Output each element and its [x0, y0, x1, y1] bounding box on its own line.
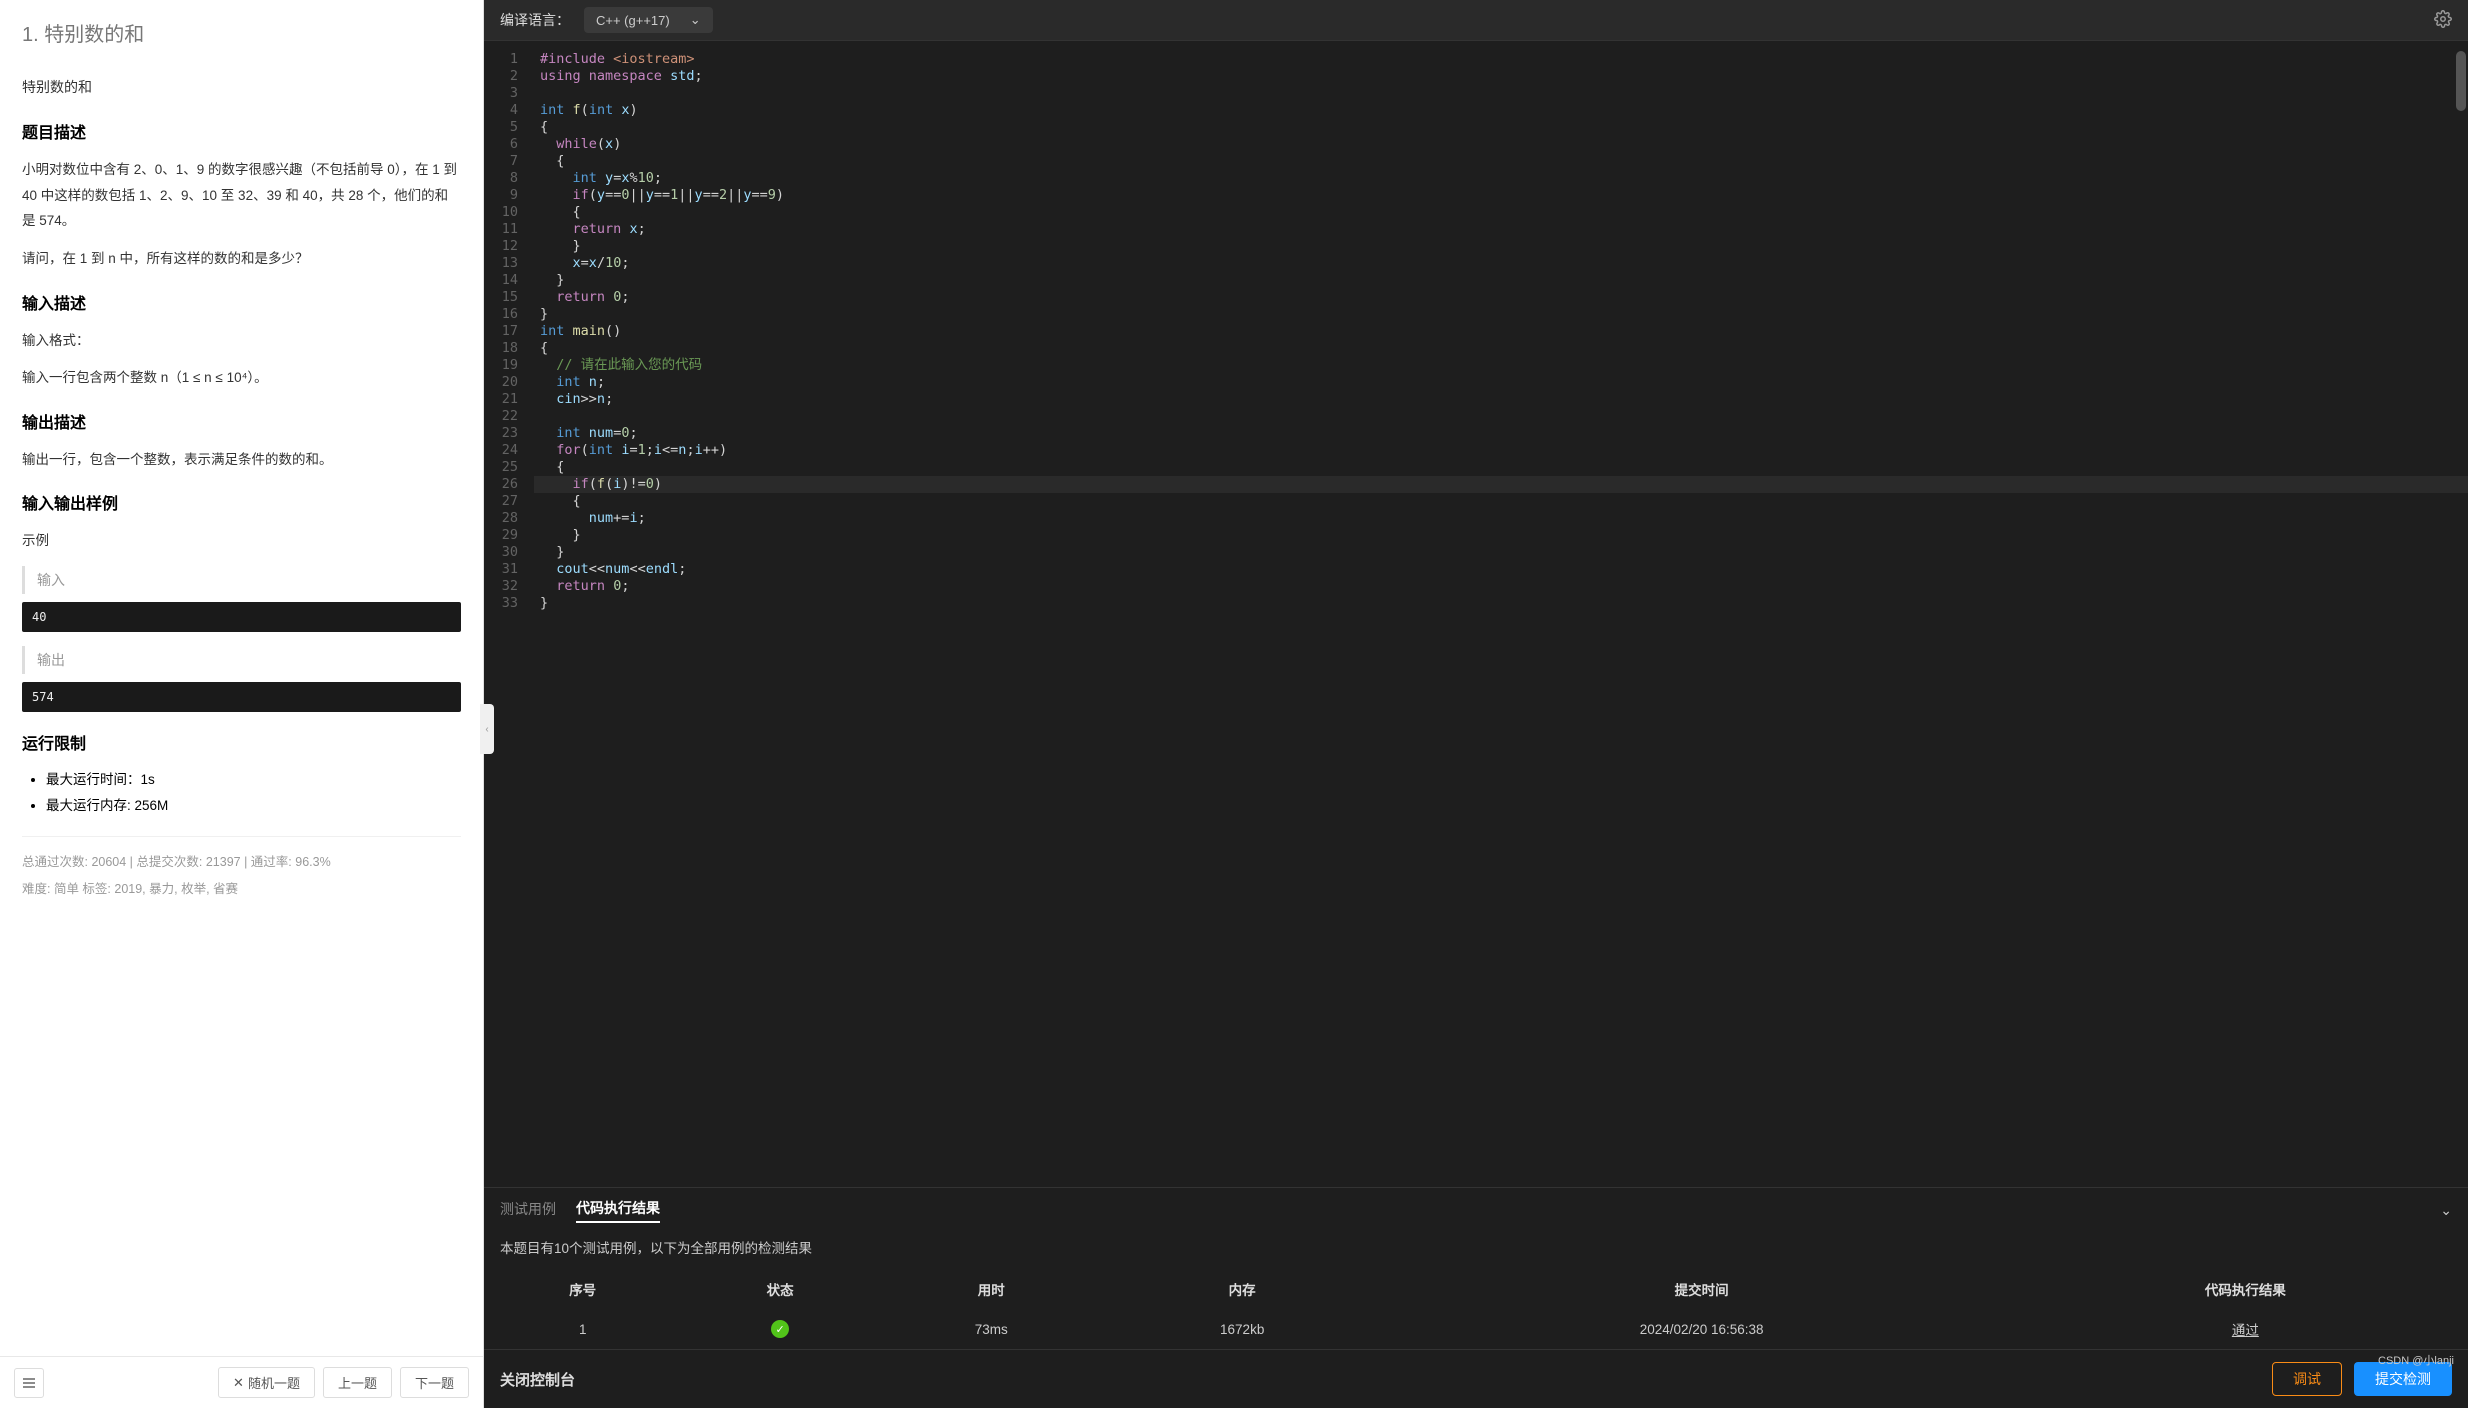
table-row: 1 ✓ 73ms 1672kb 2024/02/20 16:56:38 通过 [484, 1309, 2468, 1349]
code-line[interactable]: int num=0; [534, 425, 2468, 442]
code-line[interactable]: for(int i=1;i<=n;i++) [534, 442, 2468, 459]
problem-scroll[interactable]: 1. 特别数的和 特别数的和 题目描述 小明对数位中含有 2、0、1、9 的数字… [0, 0, 483, 1356]
code-line[interactable]: using namespace std; [534, 68, 2468, 85]
cell-time: 73ms [879, 1309, 1104, 1349]
chevron-down-icon[interactable]: ⌄ [2440, 1202, 2452, 1219]
tab-test-cases[interactable]: 测试用例 [500, 1199, 556, 1222]
code-lines[interactable]: #include <iostream>using namespace std; i… [534, 41, 2468, 1187]
cell-submit: 2024/02/20 16:56:38 [1381, 1309, 2023, 1349]
code-line[interactable]: { [534, 153, 2468, 170]
problem-panel: 1. 特别数的和 特别数的和 题目描述 小明对数位中含有 2、0、1、9 的数字… [0, 0, 484, 1408]
compile-label: 编译语言： [500, 10, 570, 30]
tags-line: 难度: 简单 标签: 2019, 暴力, 枚举, 省赛 [22, 878, 461, 897]
results-table: 序号状态用时内存提交时间代码执行结果 1 ✓ 73ms 1672kb 2024/… [484, 1269, 2468, 1349]
code-line[interactable]: x=x/10; [534, 255, 2468, 272]
code-line[interactable]: return 0; [534, 289, 2468, 306]
code-line[interactable] [534, 408, 2468, 425]
code-line[interactable]: { [534, 204, 2468, 221]
code-line[interactable]: #include <iostream> [534, 51, 2468, 68]
output-heading: 输出描述 [22, 409, 461, 433]
results-info: 本题目有10个测试用例，以下为全部用例的检测结果 [484, 1233, 2468, 1269]
sample-output-label: 输出 [22, 646, 461, 674]
code-line[interactable]: } [534, 238, 2468, 255]
next-button[interactable]: 下一题 [400, 1367, 469, 1398]
code-line[interactable]: } [534, 595, 2468, 612]
submit-button[interactable]: 提交检测 [2354, 1362, 2452, 1396]
stats-line: 总通过次数: 20604 | 总提交次数: 21397 | 通过率: 96.3% [22, 851, 461, 870]
cell-status: ✓ [681, 1309, 878, 1349]
problem-title: 1. 特别数的和 [22, 18, 461, 47]
desc-p2: 请问，在 1 到 n 中，所有这样的数的和是多少？ [22, 246, 461, 272]
code-line[interactable]: return x; [534, 221, 2468, 238]
sample-output-box: 574 [22, 682, 461, 712]
code-line[interactable]: { [534, 119, 2468, 136]
code-line[interactable]: } [534, 272, 2468, 289]
line-gutter: 1234567891011121314151617181920212223242… [484, 41, 534, 1187]
language-select[interactable]: C++ (g++17) ⌄ [584, 7, 713, 33]
language-value: C++ (g++17) [596, 13, 670, 28]
code-line[interactable]: cout<<num<<endl; [534, 561, 2468, 578]
code-line[interactable]: return 0; [534, 578, 2468, 595]
debug-button[interactable]: 调试 [2272, 1362, 2342, 1396]
collapse-handle[interactable]: ‹ [480, 704, 494, 754]
col-header: 用时 [879, 1269, 1104, 1309]
code-line[interactable]: cin>>n; [534, 391, 2468, 408]
col-header: 代码执行结果 [2023, 1269, 2468, 1309]
code-line[interactable]: } [534, 544, 2468, 561]
code-line[interactable]: int f(int x) [534, 102, 2468, 119]
check-icon: ✓ [771, 1320, 789, 1338]
desc-heading: 题目描述 [22, 119, 461, 143]
sample-heading: 输入输出样例 [22, 490, 461, 514]
code-line[interactable] [534, 85, 2468, 102]
limit-time: 最大运行时间：1s [46, 768, 461, 788]
scrollbar-thumb[interactable] [2456, 51, 2466, 111]
code-line[interactable]: while(x) [534, 136, 2468, 153]
tab-exec-result[interactable]: 代码执行结果 [576, 1198, 660, 1223]
shuffle-button[interactable]: ✕ 随机一题 [218, 1367, 315, 1398]
shuffle-icon: ✕ [233, 1375, 244, 1391]
editor-footer: 关闭控制台 调试 提交检测 [484, 1349, 2468, 1408]
code-editor[interactable]: 1234567891011121314151617181920212223242… [484, 41, 2468, 1187]
desc-p1: 小明对数位中含有 2、0、1、9 的数字很感兴趣（不包括前导 0），在 1 到 … [22, 157, 461, 234]
code-line[interactable]: if(f(i)!=0) [534, 476, 2468, 493]
col-header: 序号 [484, 1269, 681, 1309]
code-line[interactable]: if(y==0||y==1||y==2||y==9) [534, 187, 2468, 204]
editor-header: 编译语言： C++ (g++17) ⌄ [484, 0, 2468, 41]
cell-result[interactable]: 通过 [2023, 1309, 2468, 1349]
code-line[interactable]: int y=x%10; [534, 170, 2468, 187]
cell-mem: 1672kb [1104, 1309, 1381, 1349]
limit-mem: 最大运行内存: 256M [46, 794, 461, 814]
shuffle-label: 随机一题 [248, 1373, 300, 1392]
code-line[interactable]: } [534, 306, 2468, 323]
input-heading: 输入描述 [22, 290, 461, 314]
sample-input-label: 输入 [22, 566, 461, 594]
cell-idx: 1 [484, 1309, 681, 1349]
input-p1: 输入格式： [22, 328, 461, 354]
output-p1: 输出一行，包含一个整数，表示满足条件的数的和。 [22, 447, 461, 473]
prev-button[interactable]: 上一题 [323, 1367, 392, 1398]
editor-panel: 编译语言： C++ (g++17) ⌄ 12345678910111213141… [484, 0, 2468, 1408]
col-header: 状态 [681, 1269, 878, 1309]
code-line[interactable]: // 请在此输入您的代码 [534, 357, 2468, 374]
problem-subtitle: 特别数的和 [22, 77, 461, 97]
left-footer: ✕ 随机一题 上一题 下一题 [0, 1356, 483, 1408]
sample-input-box: 40 [22, 602, 461, 632]
close-console-label[interactable]: 关闭控制台 [500, 1369, 575, 1390]
code-line[interactable]: int n; [534, 374, 2468, 391]
code-line[interactable]: } [534, 527, 2468, 544]
code-line[interactable]: { [534, 493, 2468, 510]
sample-label: 示例 [22, 528, 461, 554]
code-line[interactable]: { [534, 459, 2468, 476]
code-line[interactable]: { [534, 340, 2468, 357]
code-line[interactable]: num+=i; [534, 510, 2468, 527]
limits-heading: 运行限制 [22, 730, 461, 754]
list-icon[interactable] [14, 1368, 44, 1398]
input-p2: 输入一行包含两个整数 n（1 ≤ n ≤ 10⁴）。 [22, 365, 461, 391]
gear-icon[interactable] [2434, 10, 2452, 31]
results-panel: 测试用例 代码执行结果 ⌄ 本题目有10个测试用例，以下为全部用例的检测结果 序… [484, 1187, 2468, 1349]
chevron-down-icon: ⌄ [690, 12, 701, 28]
col-header: 提交时间 [1381, 1269, 2023, 1309]
col-header: 内存 [1104, 1269, 1381, 1309]
code-line[interactable]: int main() [534, 323, 2468, 340]
